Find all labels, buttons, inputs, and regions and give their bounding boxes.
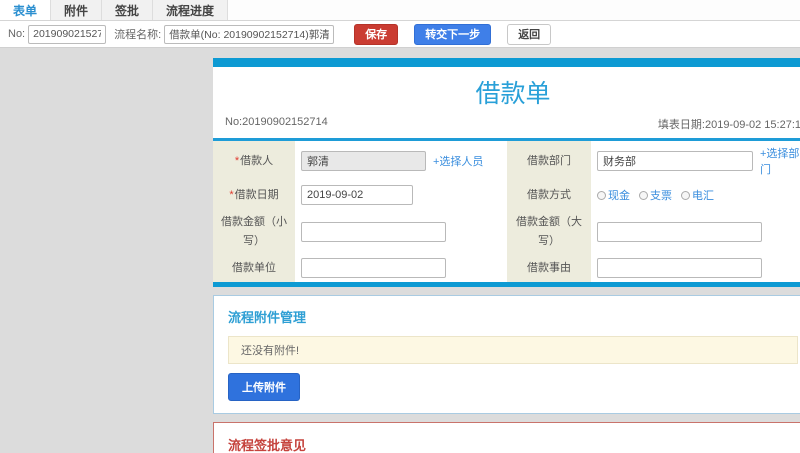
approval-title: 流程签批意见 [228, 438, 307, 453]
upload-attachment-button[interactable]: 上传附件 [228, 373, 300, 402]
borrower-field: +选择人员 [295, 141, 507, 181]
loan-form-panel: 借款单 No:20190902152714 填表日期:2019-09-02 15… [213, 58, 800, 288]
required-mark: * [234, 154, 240, 167]
select-person-link[interactable]: +选择人员 [433, 153, 483, 169]
flow-name-label: 流程名称: [114, 29, 162, 41]
attachment-title: 流程附件管理 [228, 310, 307, 326]
tab-attachment[interactable]: 附件 [51, 0, 103, 20]
approval-panel: 流程签批意见 B I abc ⚑ [213, 422, 800, 453]
amount-upper-field [591, 209, 800, 254]
save-button[interactable]: 保存 [354, 23, 399, 45]
radio-wire-label: 电汇 [692, 190, 714, 202]
radio-cash-label: 现金 [608, 190, 630, 202]
tab-form-label: 表单 [13, 3, 38, 18]
department-input[interactable] [597, 151, 753, 171]
required-mark: * [229, 188, 234, 201]
borrow-date-label: *借款日期 [213, 181, 295, 209]
radio-cheque-label: 支票 [650, 190, 672, 202]
amount-lower-input[interactable] [301, 221, 446, 242]
panel-top-bar [213, 58, 800, 67]
no-attachment-message: 还没有附件! [228, 336, 798, 365]
reason-field [591, 254, 800, 282]
amount-lower-label: 借款金额（小写） [213, 209, 295, 255]
no-label: No: [8, 28, 26, 40]
radio-cheque-dot[interactable] [639, 190, 648, 200]
back-button[interactable]: 返回 [507, 23, 552, 45]
method-label: 借款方式 [507, 181, 591, 209]
doc-no-text: No:20190902152714 [225, 116, 328, 128]
tab-progress-label: 流程进度 [166, 3, 215, 18]
unit-field [295, 254, 507, 282]
form-title: 借款单 [475, 80, 551, 108]
radio-wire[interactable]: 电汇 [681, 187, 714, 203]
tab-sign[interactable]: 签批 [102, 0, 154, 20]
radio-cash-dot[interactable] [597, 190, 606, 200]
form-head-row: No:20190902152714 填表日期:2019-09-02 15:27:… [213, 114, 800, 138]
borrow-date-field [295, 181, 507, 209]
radio-cheque[interactable]: 支票 [639, 187, 672, 203]
panel-bottom-bar [213, 282, 800, 288]
borrow-date-input[interactable] [301, 185, 413, 205]
reason-input[interactable] [597, 258, 762, 279]
flow-name-input[interactable] [164, 24, 335, 44]
amount-upper-input[interactable] [597, 221, 762, 242]
department-field: +选择部门 [591, 141, 800, 181]
select-department-link[interactable]: +选择部门 [760, 145, 800, 177]
department-label: 借款部门 [507, 141, 591, 181]
tab-form[interactable]: 表单 [0, 0, 52, 20]
unit-input[interactable] [301, 258, 446, 279]
borrower-input[interactable] [301, 151, 426, 171]
action-toolbar: No: 流程名称: 保存 转交下一步 返回 [0, 21, 800, 48]
unit-label: 借款单位 [213, 254, 295, 283]
fill-date-text: 填表日期:2019-09-02 15:27:1 [657, 119, 800, 131]
next-step-button[interactable]: 转交下一步 [414, 23, 492, 45]
amount-upper-label: 借款金额（大写） [507, 209, 591, 255]
radio-wire-dot[interactable] [681, 190, 690, 200]
method-field: 现金 支票 电汇 [591, 181, 800, 209]
radio-cash[interactable]: 现金 [597, 187, 630, 203]
tab-attachment-label: 附件 [64, 3, 89, 18]
borrower-label: *借款人 [213, 141, 295, 181]
reason-label: 借款事由 [507, 254, 591, 283]
tab-progress[interactable]: 流程进度 [153, 0, 229, 20]
attachment-panel: 流程附件管理 还没有附件! 上传附件 [213, 295, 800, 415]
tab-bar: 表单 附件 签批 流程进度 [0, 0, 800, 21]
amount-lower-field [295, 209, 507, 254]
workspace: 借款单 No:20190902152714 填表日期:2019-09-02 15… [0, 48, 800, 453]
form-grid: *借款人 +选择人员 借款部门 +选择部门 *借款日期 借款方式 现金 支票 电… [213, 141, 800, 283]
tab-sign-label: 签批 [115, 3, 140, 18]
no-input[interactable] [28, 24, 107, 44]
